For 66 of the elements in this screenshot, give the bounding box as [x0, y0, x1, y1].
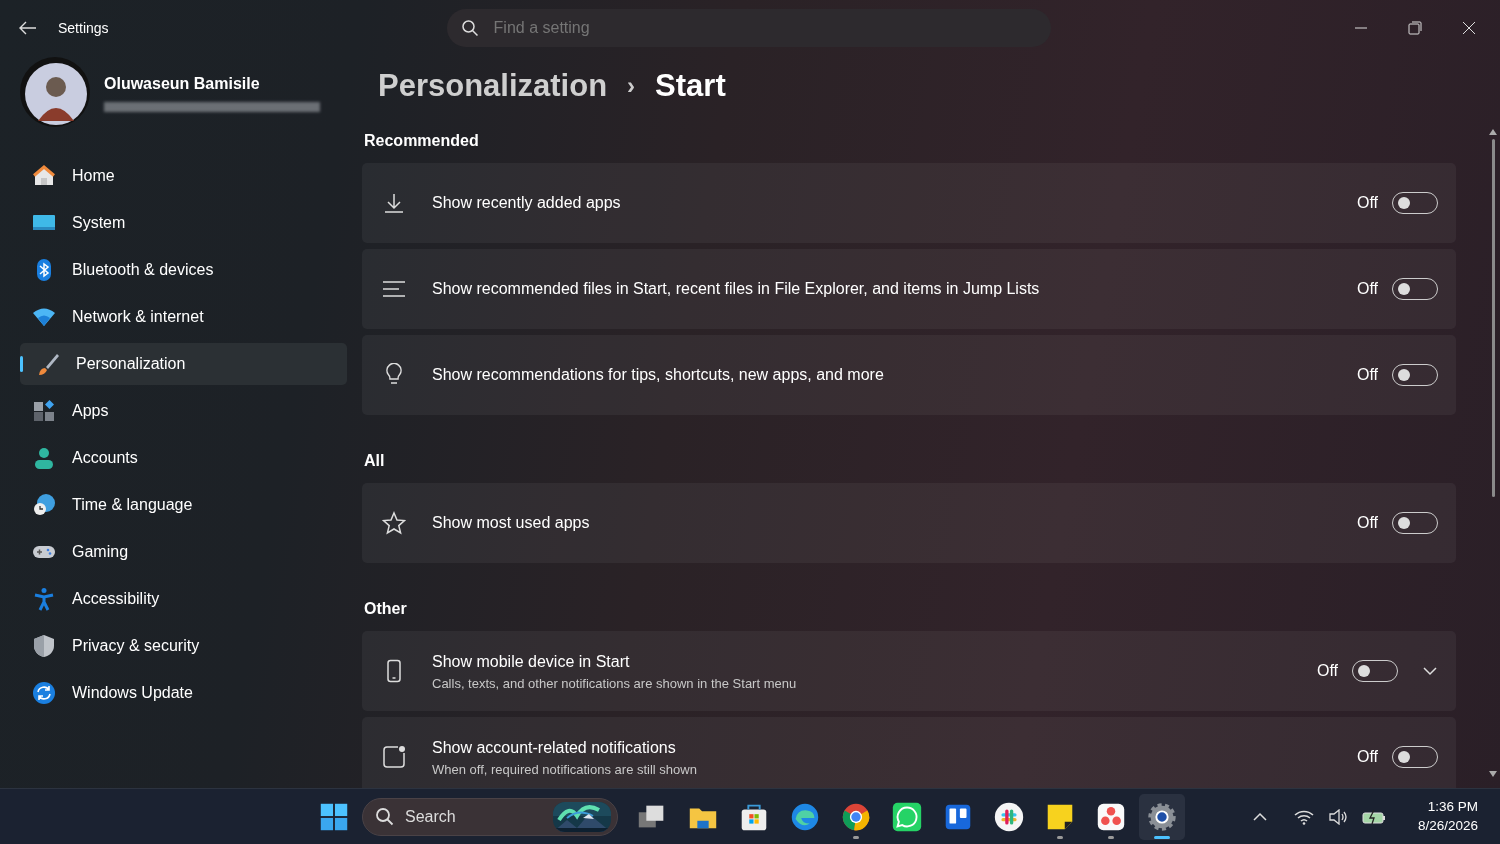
paintbrush-icon	[36, 351, 60, 376]
clock-time[interactable]: 1:36 PM	[1417, 797, 1478, 817]
toggle-state-label: Off	[1356, 279, 1378, 300]
chevron-up-icon[interactable]	[1251, 811, 1268, 822]
section-heading: Recommended	[364, 131, 480, 152]
toggle-state-label: Off	[1356, 193, 1378, 214]
star-icon	[382, 511, 406, 536]
setting-label: Show recommended files in Start, recent files in File Explorer, and items in Jump Lists	[432, 279, 1041, 300]
sidebar-item[interactable]: Accounts	[20, 436, 347, 479]
speaker-icon[interactable]	[1327, 808, 1348, 825]
sidebar-item[interactable]: Network & internet	[20, 295, 347, 338]
sidebar-item[interactable]: Apps	[20, 389, 347, 432]
selection-indicator	[20, 355, 23, 372]
sidebar-item[interactable]: Windows Update	[20, 671, 347, 714]
page-title: Start	[655, 66, 726, 105]
setting-description: When off, required notifications are still shown	[432, 760, 698, 779]
taskbar-search[interactable]: Search	[362, 797, 618, 836]
setting-card[interactable]: Show recommended files in Start, recent files in File Explorer, and items in Jump Lists Off	[362, 249, 1456, 330]
setting-label: Show recently added apps	[432, 193, 622, 214]
setting-card[interactable]: Show mobile device in Start Calls, texts, and other notifications are shown in the Start menu Off	[362, 631, 1456, 712]
setting-label: Show account-related notifications	[432, 737, 677, 758]
clock-date[interactable]: 8/26/2026	[1417, 816, 1478, 836]
search-field[interactable]: Find a setting	[446, 9, 1051, 48]
sidebar-item[interactable]: Time & language	[20, 483, 347, 526]
sidebar-item[interactable]: Bluetooth & devices	[20, 248, 347, 291]
shield-icon	[32, 633, 56, 658]
download-icon	[382, 191, 406, 216]
battery-charging-icon[interactable]	[1361, 808, 1386, 825]
sidebar-item[interactable]: System	[20, 201, 347, 244]
search-icon	[375, 806, 395, 827]
breadcrumb-link[interactable]: Personalization	[378, 62, 608, 110]
setting-label: Show recommendations for tips, shortcuts, new apps, and more	[432, 365, 885, 386]
breadcrumb-separator: ›	[627, 71, 636, 102]
sidebar-item[interactable]: Privacy & security	[20, 624, 347, 667]
user-name: Oluwaseun Bamisile	[104, 73, 261, 94]
search-icon	[460, 19, 479, 38]
home-icon	[32, 163, 56, 188]
setting-card[interactable]: Show recommendations for tips, shortcuts, new apps, and more Off	[362, 335, 1456, 416]
sync-icon	[32, 680, 56, 705]
sidebar-item[interactable]: Accessibility	[20, 577, 347, 620]
setting-card[interactable]: Show recently added apps Off	[362, 163, 1456, 244]
accessibility-icon	[32, 586, 56, 611]
sidebar-item[interactable]: Personalization	[20, 342, 347, 385]
chevron-down-icon[interactable]	[1422, 666, 1438, 677]
sidebar-item[interactable]: Gaming	[20, 530, 347, 573]
sidebar-item[interactable]: Home	[20, 154, 347, 197]
globe-clock-icon	[32, 492, 56, 517]
toggle-state-label: Off	[1356, 513, 1378, 534]
toggle-state-label: Off	[1316, 661, 1338, 682]
setting-description: Calls, texts, and other notifications are shown in the Start menu	[432, 674, 798, 693]
toggle-state-label: Off	[1356, 365, 1378, 386]
section-heading: All	[364, 451, 386, 472]
section-heading: Other	[364, 599, 408, 620]
setting-card[interactable]: Show account-related notifications When off, required notifications are still shown Off	[362, 717, 1456, 788]
setting-card[interactable]: Show most used apps Off	[362, 483, 1456, 564]
toggle-state-label: Off	[1356, 747, 1378, 768]
window-title: Settings	[58, 18, 109, 38]
avatar[interactable]	[20, 56, 90, 127]
taskbar-button[interactable]	[1139, 793, 1185, 840]
back-arrow-icon[interactable]	[19, 21, 37, 36]
notification-icon	[382, 745, 406, 770]
setting-label: Show mobile device in Start	[432, 651, 631, 672]
setting-label: Show most used apps	[432, 513, 591, 534]
apps-icon	[32, 398, 56, 423]
wifi-icon[interactable]	[1293, 808, 1314, 825]
person-icon	[32, 445, 56, 470]
